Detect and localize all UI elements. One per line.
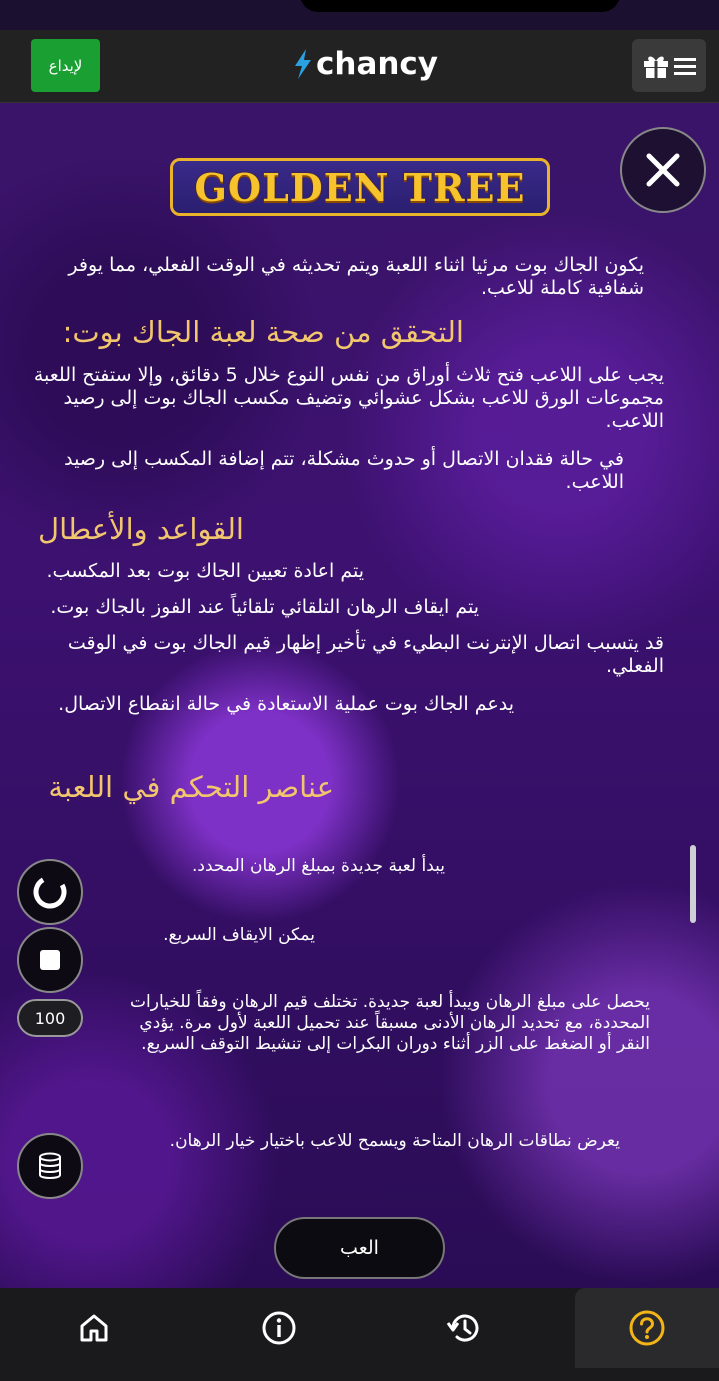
bet-description: يحصل على مبلغ الرهان ويبدأ لعبة جديدة. ت… (130, 992, 650, 1054)
help-icon (629, 1310, 665, 1346)
rules-heading: القواعد والأعطال (38, 512, 244, 546)
bet-range-button (17, 1133, 83, 1199)
play-button[interactable]: العب (274, 1217, 445, 1279)
game-title-logo: GOLDEN TREE (170, 158, 550, 216)
menu-button[interactable] (632, 39, 706, 92)
nav-home[interactable] (29, 1288, 159, 1368)
chancy-logo[interactable]: chancy (292, 42, 438, 86)
spin-button (17, 859, 83, 925)
verify-heading: التحقق من صحة لعبة الجاك بوت: (62, 315, 464, 349)
deposit-button[interactable]: لإيداع (31, 39, 100, 92)
rules-intro: يكون الجاك بوت مرئيا اثناء اللعبة ويتم ت… (68, 254, 644, 299)
home-icon (80, 1314, 108, 1342)
hamburger-icon (674, 57, 696, 75)
stop-icon (40, 950, 60, 970)
rule-item-2: يتم ايقاف الرهان التلقائي تلقائياً عند ا… (50, 596, 479, 618)
coin-stack-icon (39, 1152, 61, 1179)
scrollbar[interactable] (690, 845, 696, 923)
stop-button (17, 927, 83, 993)
controls-heading: عناصر التحكم في اللعبة (48, 770, 334, 804)
stop-description: يمكن الايقاف السريع. (163, 925, 315, 945)
nav-history[interactable] (399, 1288, 529, 1368)
bolt-icon (295, 49, 311, 79)
device-notch (300, 0, 620, 12)
nav-info[interactable] (214, 1288, 344, 1368)
close-button[interactable] (620, 127, 706, 213)
rule-item-4: يدعم الجاك بوت عملية الاستعادة في حالة ا… (58, 693, 514, 715)
verify-paragraph-2: في حالة فقدان الاتصال أو حدوث مشكلة، تتم… (64, 448, 624, 493)
bottom-navigation (0, 1288, 719, 1381)
logo-text: chancy (316, 46, 439, 82)
info-icon (262, 1311, 296, 1345)
spin-icon (33, 875, 67, 909)
verify-paragraph-1: يجب على اللاعب فتح ثلاث أوراق من نفس الن… (33, 364, 664, 432)
rule-item-1: يتم اعادة تعيين الجاك بوت بعد المكسب. (46, 560, 365, 582)
bet-amount-button: 100 (17, 999, 83, 1037)
spin-description: يبدأ لعبة جديدة بمبلغ الرهان المحدد. (191, 856, 445, 876)
bet-range-description: يعرض نطاقات الرهان المتاحة ويسمح للاعب ب… (169, 1131, 620, 1151)
rule-item-3: قد يتسبب اتصال الإنترنت البطيء في تأخير … (67, 632, 664, 677)
close-icon (646, 153, 680, 187)
nav-help[interactable] (575, 1288, 719, 1368)
gift-icon (644, 55, 668, 78)
history-icon (446, 1314, 479, 1342)
